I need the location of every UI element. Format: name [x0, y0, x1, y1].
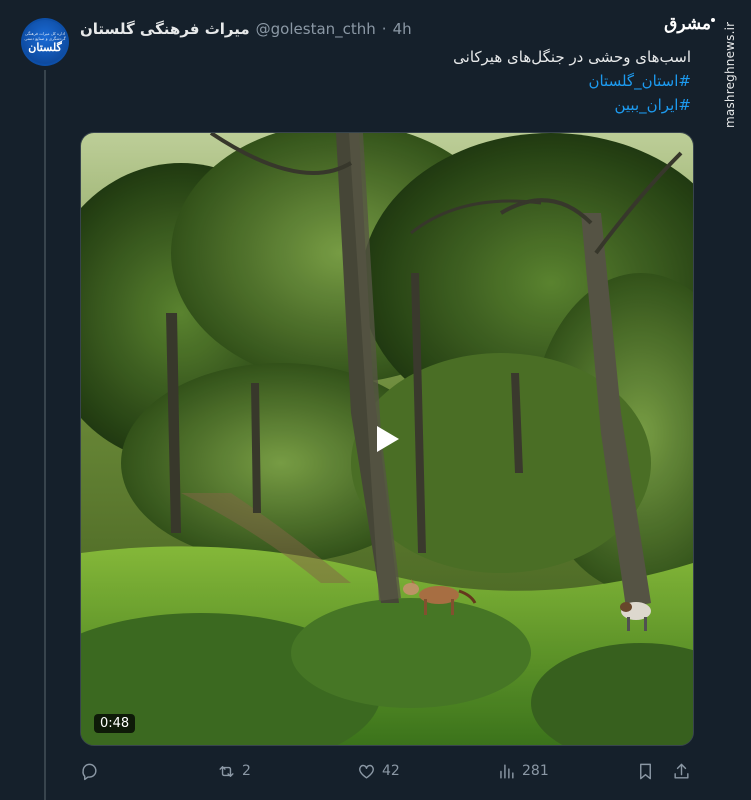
- avatar-logo: اداره کل میراث فرهنگی گردشگری و صنایع دس…: [23, 20, 67, 64]
- header-separator: ·: [381, 20, 387, 38]
- tweet-header: میراث فرهنگی گلستان @golestan_cthh · 4h: [80, 18, 412, 40]
- author-display-name[interactable]: میراث فرهنگی گلستان: [80, 20, 250, 38]
- like-count: 42: [382, 763, 400, 779]
- watermark-site-text: mashreghnews.ir: [723, 21, 737, 128]
- share-button[interactable]: [672, 756, 691, 786]
- tweet-body: اسب‌های وحشی در جنگل‌های هیرکانی: [453, 48, 691, 66]
- hashtag-link[interactable]: #استان_گلستان: [131, 69, 691, 93]
- views-button[interactable]: 281: [497, 756, 549, 786]
- like-button[interactable]: 42: [357, 756, 400, 786]
- avatar-title: گلستان: [28, 40, 62, 54]
- play-icon[interactable]: [371, 423, 403, 455]
- heart-icon: [358, 764, 375, 779]
- views-icon: [500, 763, 514, 779]
- tweet-text: اسب‌های وحشی در جنگل‌های هیرکانی #استان_…: [131, 45, 691, 117]
- retweet-icon: [219, 765, 234, 777]
- avatar[interactable]: اداره کل میراث فرهنگی گردشگری و صنایع دس…: [21, 18, 69, 66]
- hashtag-link[interactable]: #ایران_ببین: [131, 93, 691, 117]
- watermark-logo: مشرق: [664, 14, 715, 34]
- tweet-card[interactable]: اداره کل میراث فرهنگی گردشگری و صنایع دس…: [0, 0, 751, 800]
- reply-icon: [82, 763, 97, 780]
- bookmark-icon: [640, 763, 651, 779]
- thread-line: [44, 70, 46, 800]
- author-handle[interactable]: @golestan_cthh: [256, 20, 376, 38]
- reply-button[interactable]: [80, 756, 105, 786]
- share-icon: [674, 763, 689, 779]
- video-player[interactable]: 0:48: [80, 132, 694, 746]
- retweet-count: 2: [242, 763, 251, 779]
- tweet-timestamp[interactable]: 4h: [393, 20, 412, 38]
- tweet-actions-bar: 2 42 281: [80, 756, 692, 786]
- video-duration-badge: 0:48: [94, 714, 136, 733]
- views-count: 281: [522, 763, 549, 779]
- bookmark-button[interactable]: [636, 756, 655, 786]
- retweet-button[interactable]: 2: [217, 756, 251, 786]
- avatar-subtitle-2: گردشگری و صنایع دستی: [24, 35, 66, 41]
